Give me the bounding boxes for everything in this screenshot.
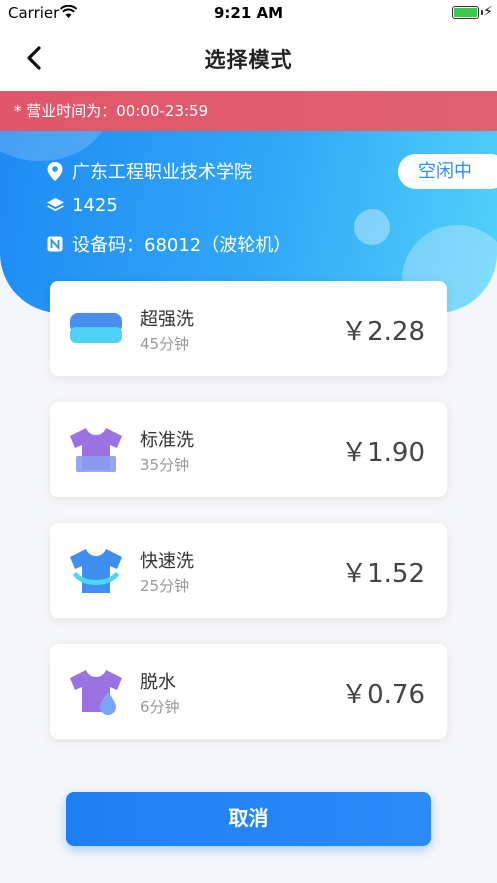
mode-name: 快速洗 xyxy=(140,551,194,572)
page-title: 选择模式 xyxy=(204,48,293,72)
layers-icon xyxy=(46,197,64,215)
nav-bar: 选择模式 xyxy=(0,26,497,91)
mode-card-super[interactable]: 超强洗 45分钟 ￥2.28 xyxy=(50,281,447,376)
cancel-button[interactable]: 取消 xyxy=(66,792,431,846)
device-row: 设备码：68012（波轮机） xyxy=(46,231,291,257)
device-code-icon xyxy=(46,235,64,253)
mode-name: 脱水 xyxy=(140,672,176,693)
mode-price: ￥2.28 xyxy=(341,317,425,347)
location-row: 广东工程职业技术学院 xyxy=(46,158,252,184)
device-code: 设备码：68012（波轮机） xyxy=(72,235,292,256)
mode-name: 超强洗 xyxy=(140,309,194,330)
status-time: 9:21 AM xyxy=(213,4,284,22)
status-badge: 空闲中 xyxy=(398,154,497,189)
business-hours-notice: * 营业时间为：00:00-23:59 xyxy=(0,91,497,131)
charging-icon: ⚡ xyxy=(483,4,493,20)
mode-price: ￥1.52 xyxy=(341,559,425,589)
mode-duration: 6分钟 xyxy=(140,698,180,716)
mode-name: 标准洗 xyxy=(140,430,194,451)
mode-card-quick[interactable]: 快速洗 25分钟 ￥1.52 xyxy=(50,523,447,618)
battery-icon xyxy=(452,6,479,19)
mode-duration: 45分钟 xyxy=(140,335,190,353)
floor-number: 1425 xyxy=(72,195,118,216)
tshirt-standard-icon xyxy=(70,428,122,472)
tshirt-spin-icon xyxy=(70,670,122,715)
bedding-icon xyxy=(70,313,122,343)
mode-duration: 35分钟 xyxy=(140,456,190,474)
location-name: 广东工程职业技术学院 xyxy=(72,162,252,183)
mode-duration: 25分钟 xyxy=(140,577,190,595)
mode-price: ￥0.76 xyxy=(341,680,425,710)
decor-circle xyxy=(354,209,390,245)
floor-row: 1425 xyxy=(46,195,118,216)
tshirt-quick-icon xyxy=(70,549,122,593)
status-bar: Carrier 9:21 AM ⚡ xyxy=(0,0,497,26)
mode-card-standard[interactable]: 标准洗 35分钟 ￥1.90 xyxy=(50,402,447,497)
location-pin-icon xyxy=(46,161,64,181)
mode-card-spin[interactable]: 脱水 6分钟 ￥0.76 xyxy=(50,644,447,739)
mode-price: ￥1.90 xyxy=(341,438,425,468)
